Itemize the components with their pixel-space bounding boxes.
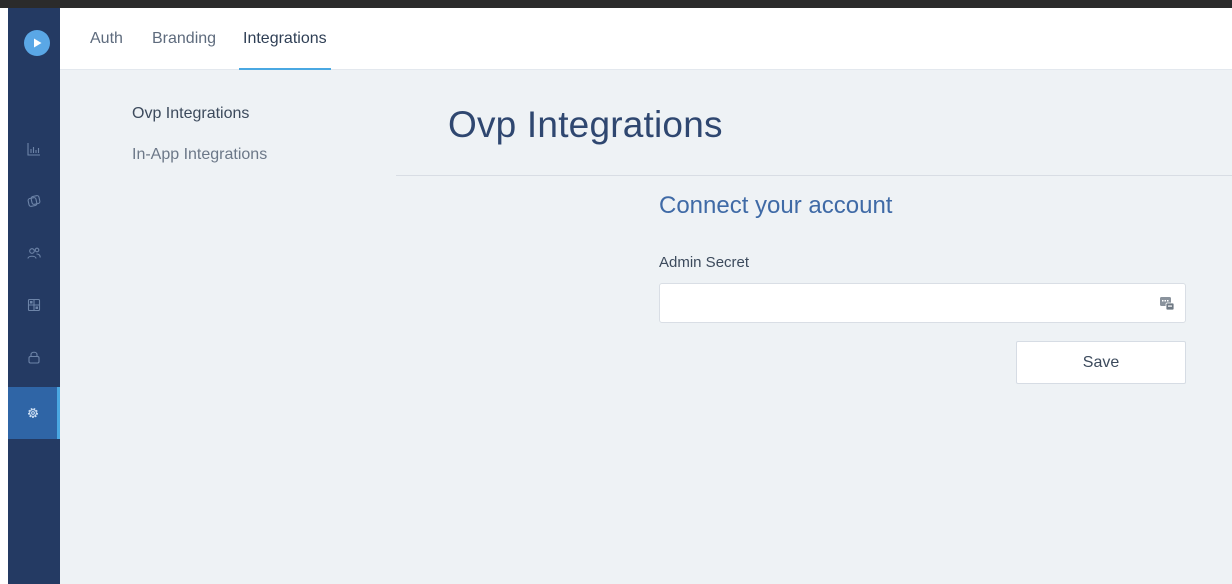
title-divider xyxy=(396,175,1232,176)
top-tab-bar: Auth Branding Integrations xyxy=(60,8,1232,70)
sidebar-item-analytics[interactable] xyxy=(8,123,60,175)
grid-panel-icon xyxy=(27,298,41,312)
save-button[interactable]: Save xyxy=(1016,341,1186,384)
users-icon xyxy=(27,247,41,259)
window-left-edge xyxy=(0,8,8,584)
bar-chart-icon xyxy=(27,143,40,156)
admin-secret-input[interactable] xyxy=(659,283,1186,323)
window-top-bar xyxy=(0,0,1232,8)
sidebar-item-users[interactable] xyxy=(8,227,60,279)
tab-auth[interactable]: Auth xyxy=(90,8,123,70)
subnav-item-in-app-integrations[interactable]: In-App Integrations xyxy=(132,146,267,164)
stacked-cards-icon xyxy=(27,195,41,207)
lock-icon xyxy=(28,351,40,364)
tab-integrations[interactable]: Integrations xyxy=(239,8,331,70)
main-content: Ovp Integrations In-App Integrations Ovp… xyxy=(60,70,1232,584)
app-logo[interactable] xyxy=(24,30,50,56)
password-manager-icon[interactable] xyxy=(1158,294,1176,312)
subnav-item-ovp-integrations[interactable]: Ovp Integrations xyxy=(132,105,249,123)
sidebar-item-security[interactable] xyxy=(8,331,60,383)
sidebar-item-apps[interactable] xyxy=(8,279,60,331)
sidebar xyxy=(8,8,60,584)
sidebar-item-content[interactable] xyxy=(8,175,60,227)
admin-secret-label: Admin Secret xyxy=(659,254,750,271)
gear-icon xyxy=(27,408,38,418)
sidebar-item-settings[interactable] xyxy=(8,387,60,439)
section-title: Connect your account xyxy=(659,192,893,219)
play-icon xyxy=(34,38,42,48)
page-title: Ovp Integrations xyxy=(448,104,723,145)
tab-branding[interactable]: Branding xyxy=(152,8,216,70)
